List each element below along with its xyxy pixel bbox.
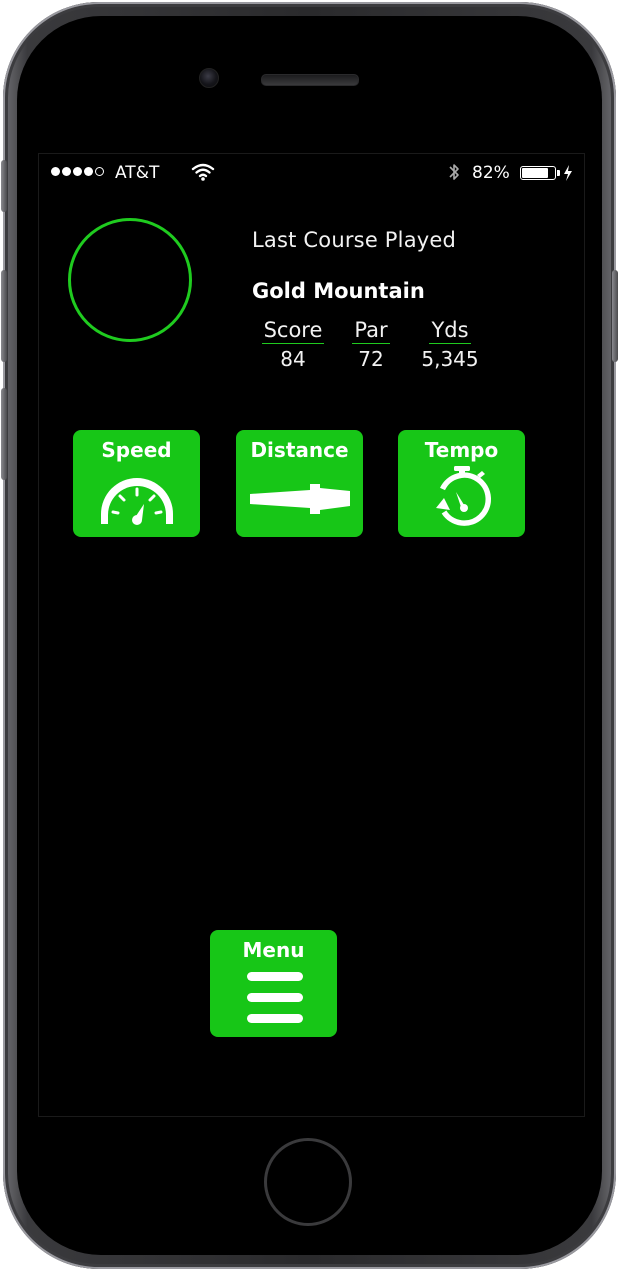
power-button [612,270,618,362]
volume-down-button [1,388,7,480]
par-value: 72 [358,347,384,371]
earpiece-speaker [261,74,359,86]
par-label: Par [352,318,390,344]
course-progress-ring [68,218,192,342]
stopwatch-icon [436,466,491,526]
tempo-button[interactable]: Tempo [398,430,525,537]
mute-switch [1,160,7,212]
hamburger-menu-icon [247,972,303,1023]
menu-button[interactable]: Menu [210,930,337,1037]
yards-label: Yds [429,318,471,344]
volume-up-button [1,270,7,362]
signal-strength-icon [51,167,104,176]
app-screen: AT&T 82% Last Course Played Gold Mountai… [38,153,585,1117]
score-stat: Score 84 [252,318,334,371]
distance-button[interactable]: Distance [236,430,363,537]
front-camera-icon [199,68,219,88]
score-label: Score [261,318,325,344]
yards-value: 5,345 [421,347,479,371]
distance-label: Distance [250,438,349,462]
carrier-name: AT&T [115,163,160,183]
score-value: 84 [280,347,306,371]
wifi-icon [191,163,215,181]
par-stat: Par 72 [344,318,398,371]
menu-label: Menu [242,938,305,962]
status-bar: AT&T 82% [39,154,584,190]
golf-club-icon [250,484,350,514]
tempo-label: Tempo [424,438,499,462]
charging-bolt-icon [564,165,572,181]
speedometer-icon [101,478,173,525]
yards-stat: Yds 5,345 [415,318,485,371]
speed-button[interactable]: Speed [73,430,200,537]
last-course-title: Last Course Played [252,228,457,252]
battery-level-fill [522,168,549,178]
battery-icon [520,166,556,180]
course-name: Gold Mountain [252,279,425,303]
speed-label: Speed [101,438,172,462]
battery-percent: 82% [472,163,510,183]
home-button[interactable] [264,1138,352,1226]
battery-nub [557,170,560,176]
bluetooth-icon [449,164,459,180]
